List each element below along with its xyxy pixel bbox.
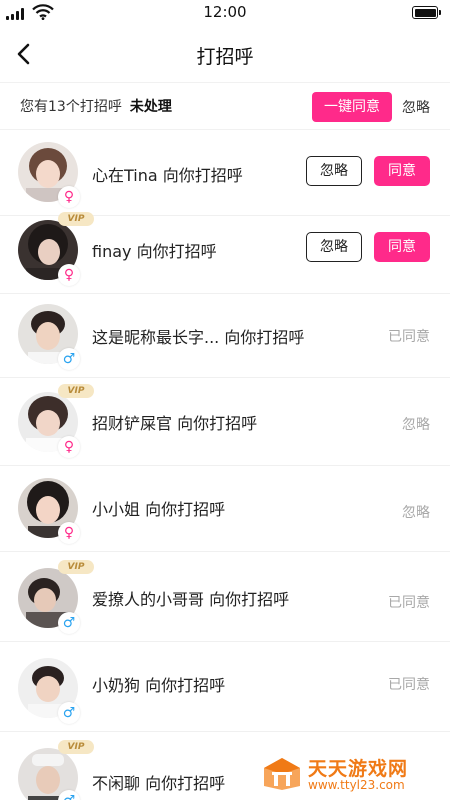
agree-button[interactable]: 同意 (374, 232, 430, 262)
status-bar: 12:00 (0, 0, 450, 26)
summary-bar: 您有13个打招呼 未处理 一键同意 忽略 (0, 82, 450, 130)
page-title: 打招呼 (196, 46, 254, 68)
status-label: 已同意 (388, 677, 430, 693)
greeting-text: 不闲聊 向你打招呼 (92, 774, 226, 793)
vip-badge: VIP (58, 212, 94, 226)
list-item[interactable]: ♀ 小小姐 向你打招呼 忽略 (0, 466, 450, 552)
agree-button[interactable]: 同意 (374, 156, 430, 186)
nav-bar: 打招呼 (0, 30, 450, 78)
list-item[interactable]: ♂ 这是昵称最长字... 向你打招呼 已同意 (0, 292, 450, 378)
greeting-text: 爱撩人的小哥哥 向你打招呼 (92, 590, 290, 609)
female-icon: ♀ (58, 264, 80, 286)
summary-status: 未处理 (129, 99, 172, 115)
ignore-button[interactable]: 忽略 (306, 232, 362, 262)
greeting-text: 心在Tina 向你打招呼 (92, 166, 243, 185)
female-icon: ♀ (58, 186, 80, 208)
vip-badge: VIP (58, 740, 94, 754)
greeting-text: 招财铲屎官 向你打招呼 (92, 414, 258, 433)
greeting-text: 小奶狗 向你打招呼 (92, 676, 226, 695)
list-item[interactable]: VIP ♀ finay 向你打招呼 忽略 同意 (0, 208, 450, 294)
list-item[interactable]: ♀ 心在Tina 向你打招呼 忽略 同意 (0, 130, 450, 216)
status-time: 12:00 (203, 3, 247, 21)
watermark-logo-icon (264, 758, 300, 790)
watermark-url: www.ttyl23.com (308, 778, 405, 792)
vip-badge: VIP (58, 560, 94, 574)
battery-icon (412, 6, 441, 19)
greeting-text: 这是昵称最长字... 向你打招呼 (92, 328, 305, 347)
status-label: 已同意 (388, 595, 430, 611)
watermark: 天天游戏网 www.ttyl23.com (262, 752, 448, 796)
status-label: 忽略 (402, 505, 430, 521)
female-icon: ♀ (58, 522, 80, 544)
female-icon: ♀ (58, 436, 80, 458)
male-icon: ♂ (58, 702, 80, 724)
vip-badge: VIP (58, 384, 94, 398)
watermark-title: 天天游戏网 (308, 758, 409, 780)
agree-all-button[interactable]: 一键同意 (312, 92, 392, 122)
status-label: 已同意 (388, 329, 430, 345)
list-item[interactable]: ♂ 小奶狗 向你打招呼 已同意 (0, 646, 450, 732)
male-icon: ♂ (58, 790, 80, 800)
list-item[interactable]: VIP ♂ 爱撩人的小哥哥 向你打招呼 已同意 (0, 556, 450, 642)
list-item[interactable]: VIP ♀ 招财铲屎官 向你打招呼 忽略 (0, 380, 450, 466)
male-icon: ♂ (58, 348, 80, 370)
greeting-text: 小小姐 向你打招呼 (92, 500, 226, 519)
ignore-button[interactable]: 忽略 (306, 156, 362, 186)
status-label: 忽略 (402, 417, 430, 433)
male-icon: ♂ (58, 612, 80, 634)
greeting-text: finay 向你打招呼 (92, 242, 217, 261)
summary-count-text: 您有13个打招呼 (20, 99, 122, 115)
ignore-all-button[interactable]: 忽略 (402, 97, 430, 117)
